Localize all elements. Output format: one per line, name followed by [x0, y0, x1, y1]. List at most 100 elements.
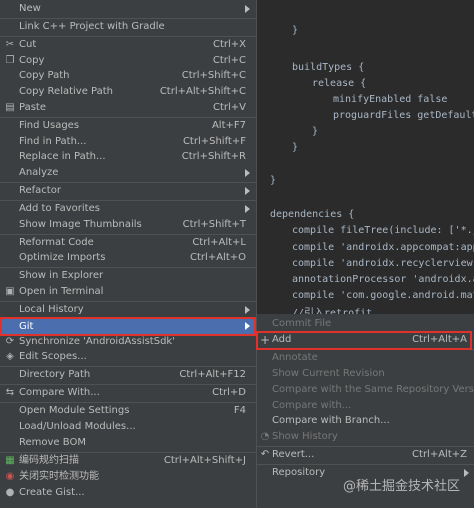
menu-item-paste[interactable]: ▤ Paste Ctrl+V	[0, 100, 256, 116]
git-item-show-current-revision[interactable]: Show Current Revision	[257, 366, 474, 382]
menu-item-label: Optimize Imports	[19, 252, 106, 263]
git-item-annotate[interactable]: Annotate	[257, 350, 474, 366]
menu-shortcut: Ctrl+Alt+Z	[412, 449, 467, 460]
git-item-compare-with[interactable]: Compare with...	[257, 398, 474, 414]
submenu-arrow-icon	[245, 306, 250, 314]
menu-item-label: Show in Explorer	[19, 270, 104, 281]
realtime-check-icon: ◉	[5, 471, 15, 482]
code-line: compile 'com.google.android.materia	[292, 290, 474, 301]
code-line: }	[292, 142, 299, 153]
code-line: minifyEnabled false	[333, 94, 448, 105]
menu-item-show-thumbnails[interactable]: Show Image Thumbnails Ctrl+Shift+T	[0, 217, 256, 233]
menu-shortcut: Ctrl+Alt+Shift+J	[163, 455, 246, 466]
menu-item-label: Copy Path	[19, 70, 70, 81]
git-item-commit-file[interactable]: Commit File	[257, 316, 474, 332]
code-line: }	[292, 25, 299, 36]
menu-shortcut: Ctrl+Shift+T	[182, 219, 246, 230]
menu-item-local-history[interactable]: Local History	[0, 302, 256, 318]
menu-item-show-explorer[interactable]: Show in Explorer	[0, 268, 256, 284]
menu-item-directory-path[interactable]: Directory Path Ctrl+Alt+F12	[0, 367, 256, 383]
scan-icon: ▦	[5, 455, 15, 466]
menu-item-open-module-settings[interactable]: Open Module Settings F4	[0, 403, 256, 419]
menu-item-remove-bom[interactable]: Remove BOM	[0, 435, 256, 451]
menu-item-coding-scan[interactable]: ▦ 编码规约扫描 Ctrl+Alt+Shift+J	[0, 453, 256, 469]
menu-item-refactor[interactable]: Refactor	[0, 183, 256, 199]
menu-item-label: Find in Path...	[19, 136, 87, 147]
menu-item-create-gist[interactable]: ● Create Gist...	[0, 485, 256, 501]
compare-icon: ⇆	[5, 387, 15, 398]
menu-item-find-in-path[interactable]: Find in Path... Ctrl+Shift+F	[0, 134, 256, 150]
context-menu: New Link C++ Project with Gradle ✂ Cut Ctr…	[0, 0, 257, 508]
menu-item-load-unload[interactable]: Load/Unload Modules...	[0, 419, 256, 435]
menu-item-label: Add to Favorites	[19, 203, 100, 214]
menu-item-label: Paste	[19, 102, 46, 113]
menu-item-label: Local History	[19, 304, 84, 315]
menu-item-label: Directory Path	[19, 369, 91, 380]
menu-item-label: Revert...	[272, 449, 315, 460]
menu-item-edit-scopes[interactable]: ◈ Edit Scopes...	[0, 349, 256, 365]
menu-item-label: 编码规约扫描	[19, 455, 79, 466]
menu-item-copy[interactable]: ❐ Copy Ctrl+C	[0, 53, 256, 69]
code-line: }	[312, 126, 319, 137]
menu-item-label: Show History	[272, 431, 338, 442]
menu-shortcut: Ctrl+Shift+C	[181, 70, 246, 81]
menu-item-label: Annotate	[272, 352, 318, 363]
menu-item-link-cpp[interactable]: Link C++ Project with Gradle	[0, 19, 256, 35]
menu-item-analyze[interactable]: Analyze	[0, 165, 256, 181]
submenu-arrow-icon	[464, 469, 469, 477]
menu-item-label: Reformat Code	[19, 237, 94, 248]
menu-item-label: Replace in Path...	[19, 151, 106, 162]
sync-icon: ⟳	[5, 336, 15, 347]
code-line: compile fileTree(include: ['*.jar']	[292, 225, 474, 236]
git-item-revert[interactable]: ↶ Revert... Ctrl+Alt+Z	[257, 447, 474, 463]
code-line: release {	[312, 78, 367, 89]
menu-item-realtime-check[interactable]: ◉ 关闭实时检测功能	[0, 469, 256, 485]
github-icon: ●	[5, 487, 15, 498]
menu-item-label: Compare with the Same Repository Version	[272, 384, 474, 395]
menu-item-label: Open in Terminal	[19, 286, 104, 297]
git-highlight-box	[0, 317, 256, 336]
menu-shortcut: F4	[233, 405, 246, 416]
menu-item-label: Compare With...	[19, 387, 100, 398]
menu-shortcut: Ctrl+V	[212, 102, 246, 113]
menu-item-new[interactable]: New	[0, 1, 256, 17]
code-line: }	[270, 175, 277, 186]
code-line: annotationProcessor 'androidx.annot	[292, 274, 474, 285]
code-line: dependencies {	[270, 209, 355, 220]
terminal-icon: ▣	[5, 286, 15, 297]
menu-item-synchronize[interactable]: ⟳ Synchronize 'AndroidAssistSdk'	[0, 334, 256, 350]
menu-item-label: Refactor	[19, 185, 61, 196]
menu-shortcut: Ctrl+Alt+Shift+C	[159, 86, 246, 97]
menu-item-open-terminal[interactable]: ▣ Open in Terminal	[0, 284, 256, 300]
menu-item-replace-in-path[interactable]: Replace in Path... Ctrl+Shift+R	[0, 149, 256, 165]
menu-item-optimize-imports[interactable]: Optimize Imports Ctrl+Alt+O	[0, 250, 256, 266]
scopes-icon: ◈	[6, 351, 14, 362]
menu-item-label: Compare with Branch...	[272, 415, 390, 426]
code-line: compile 'androidx.appcompat:appcomp	[292, 242, 474, 253]
menu-shortcut: Ctrl+Alt+F12	[179, 369, 246, 380]
menu-item-reformat[interactable]: Reformat Code Ctrl+Alt+L	[0, 235, 256, 251]
menu-item-add-favorites[interactable]: Add to Favorites	[0, 201, 256, 217]
menu-item-label: Analyze	[19, 167, 59, 178]
menu-shortcut: Alt+F7	[211, 120, 246, 131]
git-item-show-history[interactable]: ◔ Show History	[257, 429, 474, 445]
menu-item-find-usages[interactable]: Find Usages Alt+F7	[0, 118, 256, 134]
submenu-arrow-icon	[245, 5, 250, 13]
git-item-compare-branch[interactable]: Compare with Branch...	[257, 413, 474, 429]
menu-item-copy-path[interactable]: Copy Path Ctrl+Shift+C	[0, 68, 256, 84]
menu-item-cut[interactable]: ✂ Cut Ctrl+X	[0, 37, 256, 53]
git-item-compare-same-repo[interactable]: Compare with the Same Repository Version	[257, 382, 474, 398]
menu-shortcut: Ctrl+Alt+O	[190, 252, 246, 263]
submenu-arrow-icon	[245, 187, 250, 195]
menu-item-label: Synchronize 'AndroidAssistSdk'	[19, 336, 175, 347]
menu-item-label: Commit File	[272, 318, 332, 329]
menu-shortcut: Ctrl+Alt+L	[192, 237, 246, 248]
menu-item-compare-with[interactable]: ⇆ Compare With... Ctrl+D	[0, 385, 256, 401]
scissors-icon: ✂	[5, 39, 15, 50]
menu-item-label: Edit Scopes...	[19, 351, 87, 362]
menu-item-label: Compare with...	[272, 400, 352, 411]
copy-icon: ❐	[5, 55, 15, 66]
history-icon: ◔	[260, 431, 270, 442]
menu-shortcut: Ctrl+D	[212, 387, 246, 398]
menu-item-copy-relative-path[interactable]: Copy Relative Path Ctrl+Alt+Shift+C	[0, 84, 256, 100]
